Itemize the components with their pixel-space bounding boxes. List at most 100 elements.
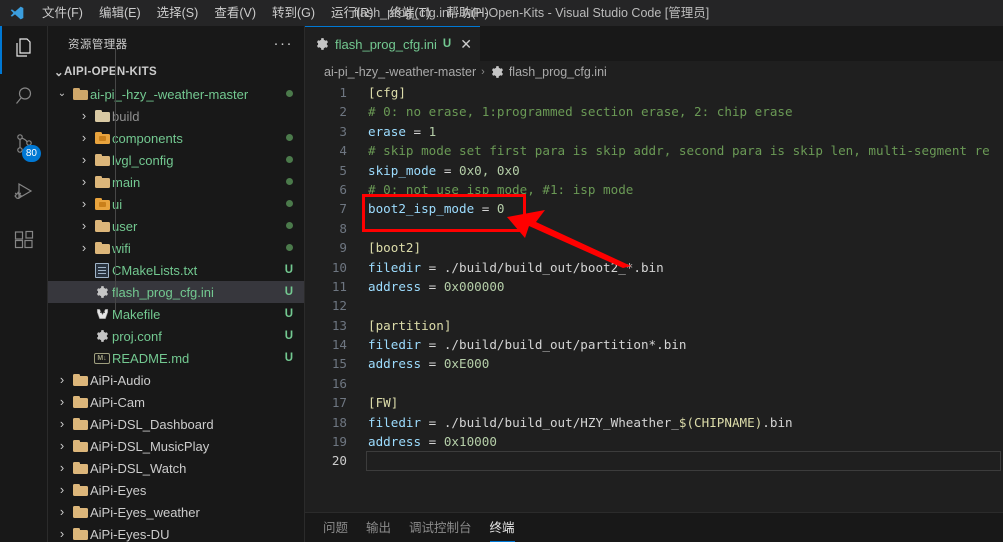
chevron-right-icon[interactable]: › (54, 457, 70, 479)
tree-item-ui[interactable]: › ui (48, 193, 305, 215)
code-token: address (368, 278, 422, 294)
chevron-right-icon[interactable]: › (54, 501, 70, 523)
tree-item-makefile[interactable]: Makefile U (48, 303, 305, 325)
activity-item-explorer[interactable] (0, 26, 48, 74)
code-line: 2 # 0: no erase, 1:programmed section era… (305, 102, 1003, 121)
tree-item-aipi-eyes-weather[interactable]: › AiPi-Eyes_weather (48, 501, 305, 523)
text-file-icon (92, 262, 112, 278)
panel-tab-3[interactable]: 终端 (489, 513, 515, 542)
code-line-text: boot2_isp_mode = 0 (368, 199, 505, 218)
code-line: 8 (305, 219, 1003, 238)
menu-item-7[interactable]: 帮助(H) (438, 0, 496, 26)
tree-item-label: AiPi-DSL_MusicPlay (90, 438, 210, 454)
menu-item-1[interactable]: 编辑(E) (91, 0, 149, 26)
chevron-down-icon[interactable]: ⌄ (54, 65, 64, 79)
code-line: 14 filedir = ./build/build_out/partition*… (305, 335, 1003, 354)
tree-item-aipi-eyes-du[interactable]: › AiPi-Eyes-DU (48, 523, 305, 542)
line-number: 6 (339, 181, 347, 197)
line-number: 15 (331, 356, 347, 372)
ellipsis-icon[interactable]: ··· (270, 36, 298, 51)
tree-item-aipi-dsl-musicplay[interactable]: › AiPi-DSL_MusicPlay (48, 435, 305, 457)
menu-item-4[interactable]: 转到(G) (264, 0, 323, 26)
code-line-text: address = 0x000000 (368, 277, 505, 296)
bottom-panel: 问题 输出 调试控制台 终端 (305, 512, 1003, 542)
line-number: 2 (339, 104, 347, 120)
tree-item-build[interactable]: › build (48, 105, 305, 127)
chevron-right-icon[interactable]: › (54, 479, 70, 501)
line-number: 1 (339, 85, 347, 100)
activity-item-extensions[interactable] (0, 218, 48, 266)
code-line: 7 boot2_isp_mode = 0 (305, 199, 1003, 218)
tree-item-proj-conf[interactable]: proj.conf U (48, 325, 305, 347)
workspace-root-row[interactable]: ⌄ AIPI-OPEN-KITS (48, 61, 305, 83)
code-token: 0x0, 0x0 (459, 162, 520, 178)
chevron-right-icon[interactable]: › (54, 391, 70, 413)
chevron-right-icon[interactable]: › (76, 215, 92, 237)
tree-item-cmakelists-txt[interactable]: CMakeLists.txt U (48, 259, 305, 281)
tree-item-label: Makefile (112, 306, 161, 322)
code-token: 1 (428, 123, 437, 139)
code-token: = (421, 278, 444, 294)
panel-tab-1[interactable]: 输出 (366, 513, 391, 542)
menu-item-6[interactable]: 终端(T) (381, 0, 438, 26)
breadcrumb-file[interactable]: flash_prog_cfg.ini (509, 65, 607, 79)
panel-tab-0[interactable]: 问题 (323, 513, 348, 542)
code-token: = (421, 434, 444, 450)
tree-item-user[interactable]: › user (48, 215, 305, 237)
tree-item-label: AiPi-DSL_Watch (90, 460, 187, 476)
chevron-right-icon[interactable]: › (76, 193, 92, 215)
activity-item-source-control[interactable]: 80 (0, 122, 48, 170)
code-token: 0 (496, 201, 505, 217)
tree-item-label: build (112, 108, 140, 124)
explorer-sidebar: 资源管理器 ··· ⌄ AIPI-OPEN-KITS ⌄ ai-pi_-hzy_-… (48, 26, 305, 542)
line-number: 5 (339, 162, 347, 178)
editor-tab-flash-prog-cfg[interactable]: flash_prog_cfg.ini U ✕ (305, 26, 480, 61)
chevron-right-icon[interactable]: › (76, 127, 92, 149)
activity-item-run-and-debug[interactable] (0, 170, 48, 218)
chevron-right-icon[interactable]: › (54, 413, 70, 435)
git-status-untracked: U (284, 352, 293, 364)
tree-item-aipi-eyes[interactable]: › AiPi-Eyes (48, 479, 305, 501)
tree-item-label: AiPi-Audio (90, 372, 151, 388)
tree-item-lvgl-config[interactable]: › lvgl_config (48, 149, 305, 171)
tree-item-aipi-dsl-dashboard[interactable]: › AiPi-DSL_Dashboard (48, 413, 305, 435)
chevron-down-icon[interactable]: ⌄ (54, 83, 70, 105)
chevron-right-icon[interactable]: › (76, 171, 92, 193)
code-editor[interactable]: 1 [cfg] 2 # 0: no erase, 1:programmed secti… (305, 83, 1003, 520)
line-number: 3 (339, 123, 347, 139)
tree-item-wifi[interactable]: › wifi (48, 237, 305, 259)
panel-tab-2[interactable]: 调试控制台 (409, 513, 472, 542)
git-status-untracked: U (284, 264, 293, 276)
tree-item-aipi-audio[interactable]: › AiPi-Audio (48, 369, 305, 391)
chevron-right-icon[interactable]: › (76, 237, 92, 259)
git-status-dot (286, 215, 293, 237)
menu-item-2[interactable]: 选择(S) (149, 0, 207, 26)
gear-file-icon (92, 329, 112, 343)
line-number: 8 (339, 220, 347, 236)
folder-icon (70, 373, 90, 386)
code-line: 15 address = 0xE000 (305, 354, 1003, 373)
line-number: 13 (331, 317, 347, 333)
menu-item-5[interactable]: 运行(R) (323, 0, 381, 26)
chevron-right-icon[interactable]: › (54, 369, 70, 391)
menu-item-3[interactable]: 查看(V) (206, 0, 264, 26)
tree-item-readme-md[interactable]: M↓ README.md U (48, 347, 305, 369)
sidebar-title: 资源管理器 (68, 38, 128, 51)
activity-item-search[interactable] (0, 74, 48, 122)
breadcrumb-folder[interactable]: ai-pi_-hzy_-weather-master (324, 65, 476, 79)
chevron-right-icon[interactable]: › (54, 435, 70, 457)
line-number: 4 (339, 143, 347, 159)
chevron-right-icon[interactable]: › (76, 149, 92, 171)
menu-item-0[interactable]: 文件(F) (34, 0, 91, 26)
tree-item-components[interactable]: › components (48, 127, 305, 149)
tree-item-ai-pi-hzy-weather-master[interactable]: ⌄ ai-pi_-hzy_-weather-master (48, 83, 305, 105)
code-line: 5 skip_mode = 0x0, 0x0 (305, 161, 1003, 180)
chevron-right-icon[interactable]: › (76, 105, 92, 127)
tree-item-label: proj.conf (112, 328, 162, 344)
tree-item-aipi-dsl-watch[interactable]: › AiPi-DSL_Watch (48, 457, 305, 479)
tree-item-main[interactable]: › main (48, 171, 305, 193)
tree-item-flash-prog-cfg-ini[interactable]: flash_prog_cfg.ini U (48, 281, 305, 303)
close-icon[interactable]: ✕ (460, 37, 472, 51)
tree-item-aipi-cam[interactable]: › AiPi-Cam (48, 391, 305, 413)
chevron-right-icon[interactable]: › (54, 523, 70, 542)
